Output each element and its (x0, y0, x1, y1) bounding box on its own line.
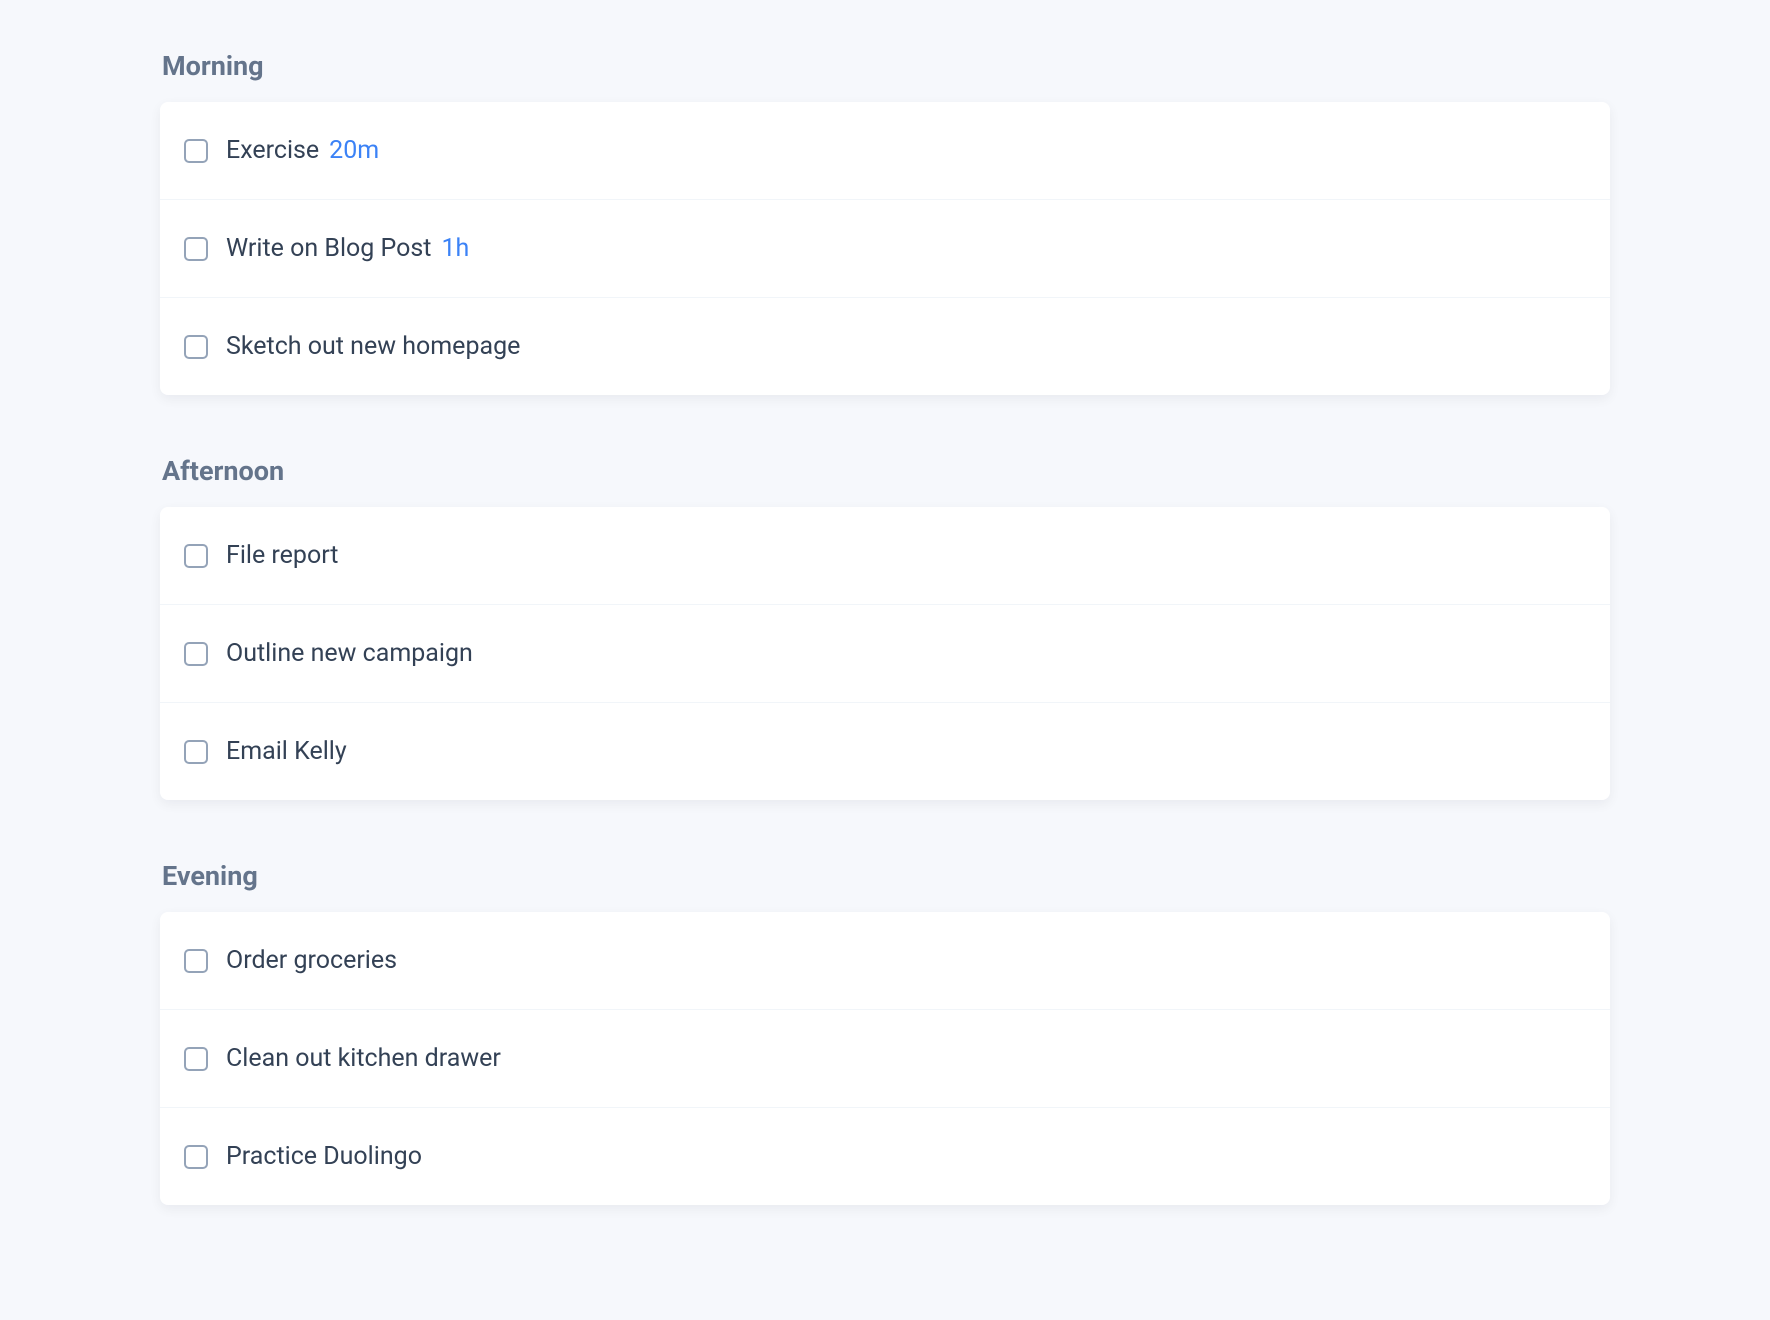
task-label: Write on Blog Post (226, 234, 431, 263)
task-card: Order groceries Clean out kitchen drawer… (160, 912, 1610, 1205)
checkbox-icon[interactable] (184, 544, 208, 568)
checkbox-icon[interactable] (184, 740, 208, 764)
task-label: Practice Duolingo (226, 1142, 422, 1171)
task-text: Sketch out new homepage (226, 332, 526, 361)
section-morning: Morning Exercise 20m Write on Blog Post … (160, 50, 1610, 395)
checkbox-icon[interactable] (184, 237, 208, 261)
task-card: Exercise 20m Write on Blog Post 1h Sketc… (160, 102, 1610, 395)
task-label: Exercise (226, 136, 319, 165)
task-row[interactable]: Clean out kitchen drawer (160, 1010, 1610, 1108)
section-heading: Afternoon (160, 455, 1610, 487)
section-heading: Morning (160, 50, 1610, 82)
task-duration: 20m (329, 136, 379, 165)
section-afternoon: Afternoon File report Outline new campai… (160, 455, 1610, 800)
checkbox-icon[interactable] (184, 335, 208, 359)
task-row[interactable]: Email Kelly (160, 703, 1610, 800)
task-row[interactable]: Exercise 20m (160, 102, 1610, 200)
task-text: Write on Blog Post 1h (226, 234, 469, 263)
task-text: Email Kelly (226, 737, 353, 766)
task-row[interactable]: File report (160, 507, 1610, 605)
task-card: File report Outline new campaign Email K… (160, 507, 1610, 800)
task-text: File report (226, 541, 345, 570)
task-row[interactable]: Write on Blog Post 1h (160, 200, 1610, 298)
checkbox-icon[interactable] (184, 1047, 208, 1071)
task-label: File report (226, 541, 339, 570)
task-label: Order groceries (226, 946, 397, 975)
task-text: Practice Duolingo (226, 1142, 428, 1171)
task-label: Outline new campaign (226, 639, 473, 668)
checkbox-icon[interactable] (184, 949, 208, 973)
task-label: Clean out kitchen drawer (226, 1044, 501, 1073)
task-row[interactable]: Outline new campaign (160, 605, 1610, 703)
task-text: Order groceries (226, 946, 403, 975)
task-text: Clean out kitchen drawer (226, 1044, 507, 1073)
checkbox-icon[interactable] (184, 642, 208, 666)
task-text: Outline new campaign (226, 639, 479, 668)
section-evening: Evening Order groceries Clean out kitche… (160, 860, 1610, 1205)
task-duration: 1h (441, 234, 469, 263)
checkbox-icon[interactable] (184, 139, 208, 163)
task-row[interactable]: Order groceries (160, 912, 1610, 1010)
task-label: Email Kelly (226, 737, 347, 766)
task-label: Sketch out new homepage (226, 332, 520, 361)
task-row[interactable]: Practice Duolingo (160, 1108, 1610, 1205)
task-text: Exercise 20m (226, 136, 379, 165)
task-row[interactable]: Sketch out new homepage (160, 298, 1610, 395)
task-list-container: Morning Exercise 20m Write on Blog Post … (150, 50, 1620, 1205)
checkbox-icon[interactable] (184, 1145, 208, 1169)
section-heading: Evening (160, 860, 1610, 892)
